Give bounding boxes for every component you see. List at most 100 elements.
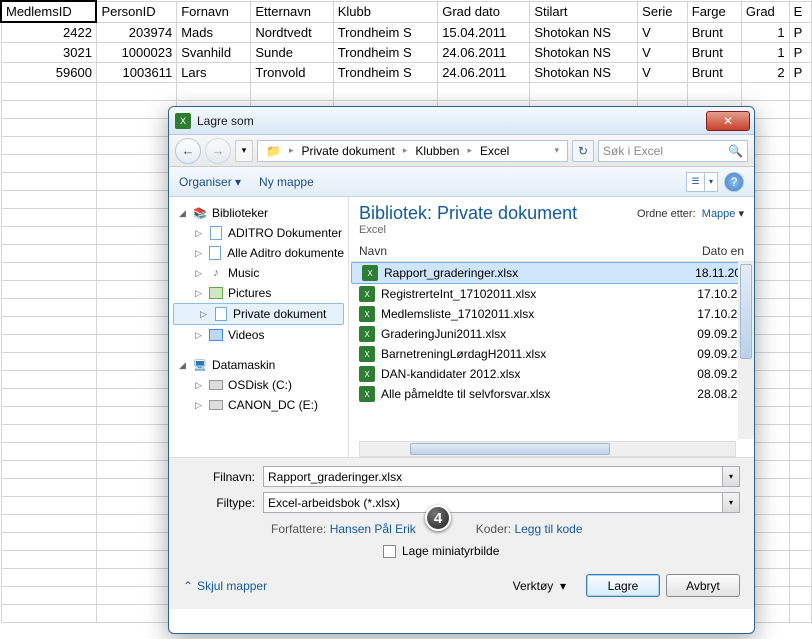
data-row[interactable]: 2422 203974 Mads Nordtvedt Trondheim S 1… bbox=[1, 22, 812, 43]
tree-libraries[interactable]: ◢📚Biblioteker bbox=[169, 203, 348, 223]
cell[interactable]: 1 bbox=[741, 22, 789, 43]
breadcrumb-item[interactable]: Private dokument bbox=[297, 144, 398, 158]
col-personid[interactable]: PersonID bbox=[96, 1, 176, 22]
cell[interactable]: 24.06.2011 bbox=[438, 63, 530, 83]
cell[interactable]: 2 bbox=[741, 63, 789, 83]
help-button[interactable]: ? bbox=[724, 172, 744, 192]
file-item-selected[interactable]: XRapport_graderinger.xlsx18.11.20 bbox=[351, 262, 752, 284]
cell[interactable]: Brunt bbox=[687, 22, 741, 43]
col-graddato[interactable]: Grad dato bbox=[438, 1, 530, 22]
filename-input[interactable]: Rapport_graderinger.xlsx▾ bbox=[263, 466, 740, 487]
cell[interactable]: Trondheim S bbox=[333, 43, 437, 63]
cell[interactable]: Shotokan NS bbox=[530, 63, 638, 83]
breadcrumb-item[interactable]: Excel bbox=[476, 144, 513, 158]
file-item[interactable]: XMedlemsliste_17102011.xlsx17.10.20 bbox=[349, 304, 754, 324]
filename-dropdown[interactable]: ▾ bbox=[722, 467, 739, 486]
recent-locations-button[interactable]: ▾ bbox=[235, 140, 253, 162]
hide-folders-button[interactable]: ⌃Skjul mapper bbox=[183, 579, 267, 593]
cell[interactable]: Svanhild bbox=[177, 43, 251, 63]
cell[interactable]: V bbox=[638, 22, 688, 43]
cell[interactable]: 203974 bbox=[96, 22, 176, 43]
col-etternavn[interactable]: Etternavn bbox=[251, 1, 333, 22]
cell[interactable]: 3021 bbox=[1, 43, 96, 63]
breadcrumb[interactable]: 📁 ▸ Private dokument ▸ Klubben ▸ Excel ▾ bbox=[257, 140, 568, 162]
file-item[interactable]: XBarnetreningLørdagH2011.xlsx09.09.20 bbox=[349, 344, 754, 364]
file-item[interactable]: XRegistrerteInt_17102011.xlsx17.10.20 bbox=[349, 284, 754, 304]
tree-item[interactable]: ▷Videos bbox=[169, 325, 348, 345]
file-item[interactable]: XDAN-kandidater 2012.xlsx08.09.20 bbox=[349, 364, 754, 384]
tree-item[interactable]: ▷Alle Aditro dokumente bbox=[169, 243, 348, 263]
col-e[interactable]: E bbox=[789, 1, 811, 22]
filetype-select[interactable]: Excel-arbeidsbok (*.xlsx)▾ bbox=[263, 492, 740, 513]
cell[interactable]: 59600 bbox=[1, 63, 96, 83]
col-stilart[interactable]: Stilart bbox=[530, 1, 638, 22]
tree-item-selected[interactable]: ▷Private dokument bbox=[173, 303, 344, 325]
thumbnail-checkbox[interactable] bbox=[383, 545, 396, 558]
col-date[interactable]: Dato en bbox=[702, 244, 744, 258]
column-headers[interactable]: Navn Dato en bbox=[349, 238, 754, 262]
col-name[interactable]: Navn bbox=[359, 244, 702, 258]
col-medlemsid[interactable]: MedlemsID bbox=[1, 1, 96, 22]
col-serie[interactable]: Serie bbox=[638, 1, 688, 22]
cell[interactable]: Sunde bbox=[251, 43, 333, 63]
file-list[interactable]: XRapport_graderinger.xlsx18.11.20 XRegis… bbox=[349, 262, 754, 439]
cell[interactable]: Tronvold bbox=[251, 63, 333, 83]
cell[interactable]: V bbox=[638, 63, 688, 83]
file-item[interactable]: XAlle påmeldte til selvforsvar.xlsx28.08… bbox=[349, 384, 754, 404]
close-button[interactable]: ✕ bbox=[706, 111, 750, 131]
breadcrumb-item[interactable]: Klubben bbox=[411, 144, 463, 158]
scrollbar-thumb[interactable] bbox=[410, 443, 610, 455]
back-button[interactable]: ← bbox=[175, 138, 201, 164]
tree-item[interactable]: ▷Pictures bbox=[169, 283, 348, 303]
cancel-button[interactable]: Avbryt bbox=[666, 574, 740, 597]
cell[interactable]: V bbox=[638, 43, 688, 63]
cell[interactable]: Nordtvedt bbox=[251, 22, 333, 43]
cell[interactable]: 1 bbox=[741, 43, 789, 63]
cell[interactable]: Shotokan NS bbox=[530, 43, 638, 63]
cell[interactable]: Trondheim S bbox=[333, 22, 437, 43]
col-farge[interactable]: Farge bbox=[687, 1, 741, 22]
tree-item[interactable]: ▷♪Music bbox=[169, 263, 348, 283]
cell[interactable]: Mads bbox=[177, 22, 251, 43]
tree-drive[interactable]: ▷OSDisk (C:) bbox=[169, 375, 348, 395]
titlebar[interactable]: X Lagre som ✕ bbox=[169, 107, 754, 135]
horizontal-scrollbar[interactable] bbox=[359, 441, 736, 457]
view-switcher[interactable]: ☰▾ bbox=[686, 172, 718, 192]
cell[interactable]: 2422 bbox=[1, 22, 96, 43]
tree-drive[interactable]: ▷CANON_DC (E:) bbox=[169, 395, 348, 415]
tools-button[interactable]: Verktøy ▾ bbox=[513, 579, 566, 593]
cell[interactable]: 1003611 bbox=[96, 63, 176, 83]
tree-computer[interactable]: ◢🖥Datamaskin bbox=[169, 355, 348, 375]
author-value[interactable]: Hansen Pål Erik bbox=[330, 522, 416, 536]
data-row[interactable]: 3021 1000023 Svanhild Sunde Trondheim S … bbox=[1, 43, 812, 63]
organize-button[interactable]: Organiser ▾ bbox=[179, 175, 241, 189]
cell[interactable]: 24.06.2011 bbox=[438, 43, 530, 63]
cell[interactable]: Trondheim S bbox=[333, 63, 437, 83]
cell[interactable]: P bbox=[789, 22, 811, 43]
file-item[interactable]: XGraderingJuni2011.xlsx09.09.20 bbox=[349, 324, 754, 344]
tree-item[interactable]: ▷ADITRO Dokumenter bbox=[169, 223, 348, 243]
search-input[interactable]: Søk i Excel 🔍 bbox=[598, 140, 748, 162]
col-grad[interactable]: Grad bbox=[741, 1, 789, 22]
scrollbar-thumb[interactable] bbox=[740, 264, 752, 359]
folder-tree[interactable]: ◢📚Biblioteker ▷ADITRO Dokumenter ▷Alle A… bbox=[169, 197, 349, 457]
cell[interactable]: Brunt bbox=[687, 43, 741, 63]
cell[interactable]: P bbox=[789, 63, 811, 83]
cell[interactable]: Brunt bbox=[687, 63, 741, 83]
col-fornavn[interactable]: Fornavn bbox=[177, 1, 251, 22]
cell[interactable]: P bbox=[789, 43, 811, 63]
breadcrumb-dropdown[interactable]: ▾ bbox=[550, 145, 563, 156]
col-klubb[interactable]: Klubb bbox=[333, 1, 437, 22]
save-button[interactable]: Lagre bbox=[586, 574, 660, 597]
cell[interactable]: 15.04.2011 bbox=[438, 22, 530, 43]
cell[interactable]: 1000023 bbox=[96, 43, 176, 63]
vertical-scrollbar[interactable] bbox=[738, 262, 754, 439]
tags-add[interactable]: Legg til kode bbox=[514, 522, 582, 536]
cell[interactable]: Shotokan NS bbox=[530, 22, 638, 43]
new-folder-button[interactable]: Ny mappe bbox=[259, 175, 686, 189]
filetype-dropdown[interactable]: ▾ bbox=[722, 493, 739, 512]
arrange-by[interactable]: Ordne etter: Mappe ▾ bbox=[637, 207, 744, 220]
refresh-button[interactable]: ↻ bbox=[572, 140, 594, 162]
cell[interactable]: Lars bbox=[177, 63, 251, 83]
data-row[interactable]: 59600 1003611 Lars Tronvold Trondheim S … bbox=[1, 63, 812, 83]
